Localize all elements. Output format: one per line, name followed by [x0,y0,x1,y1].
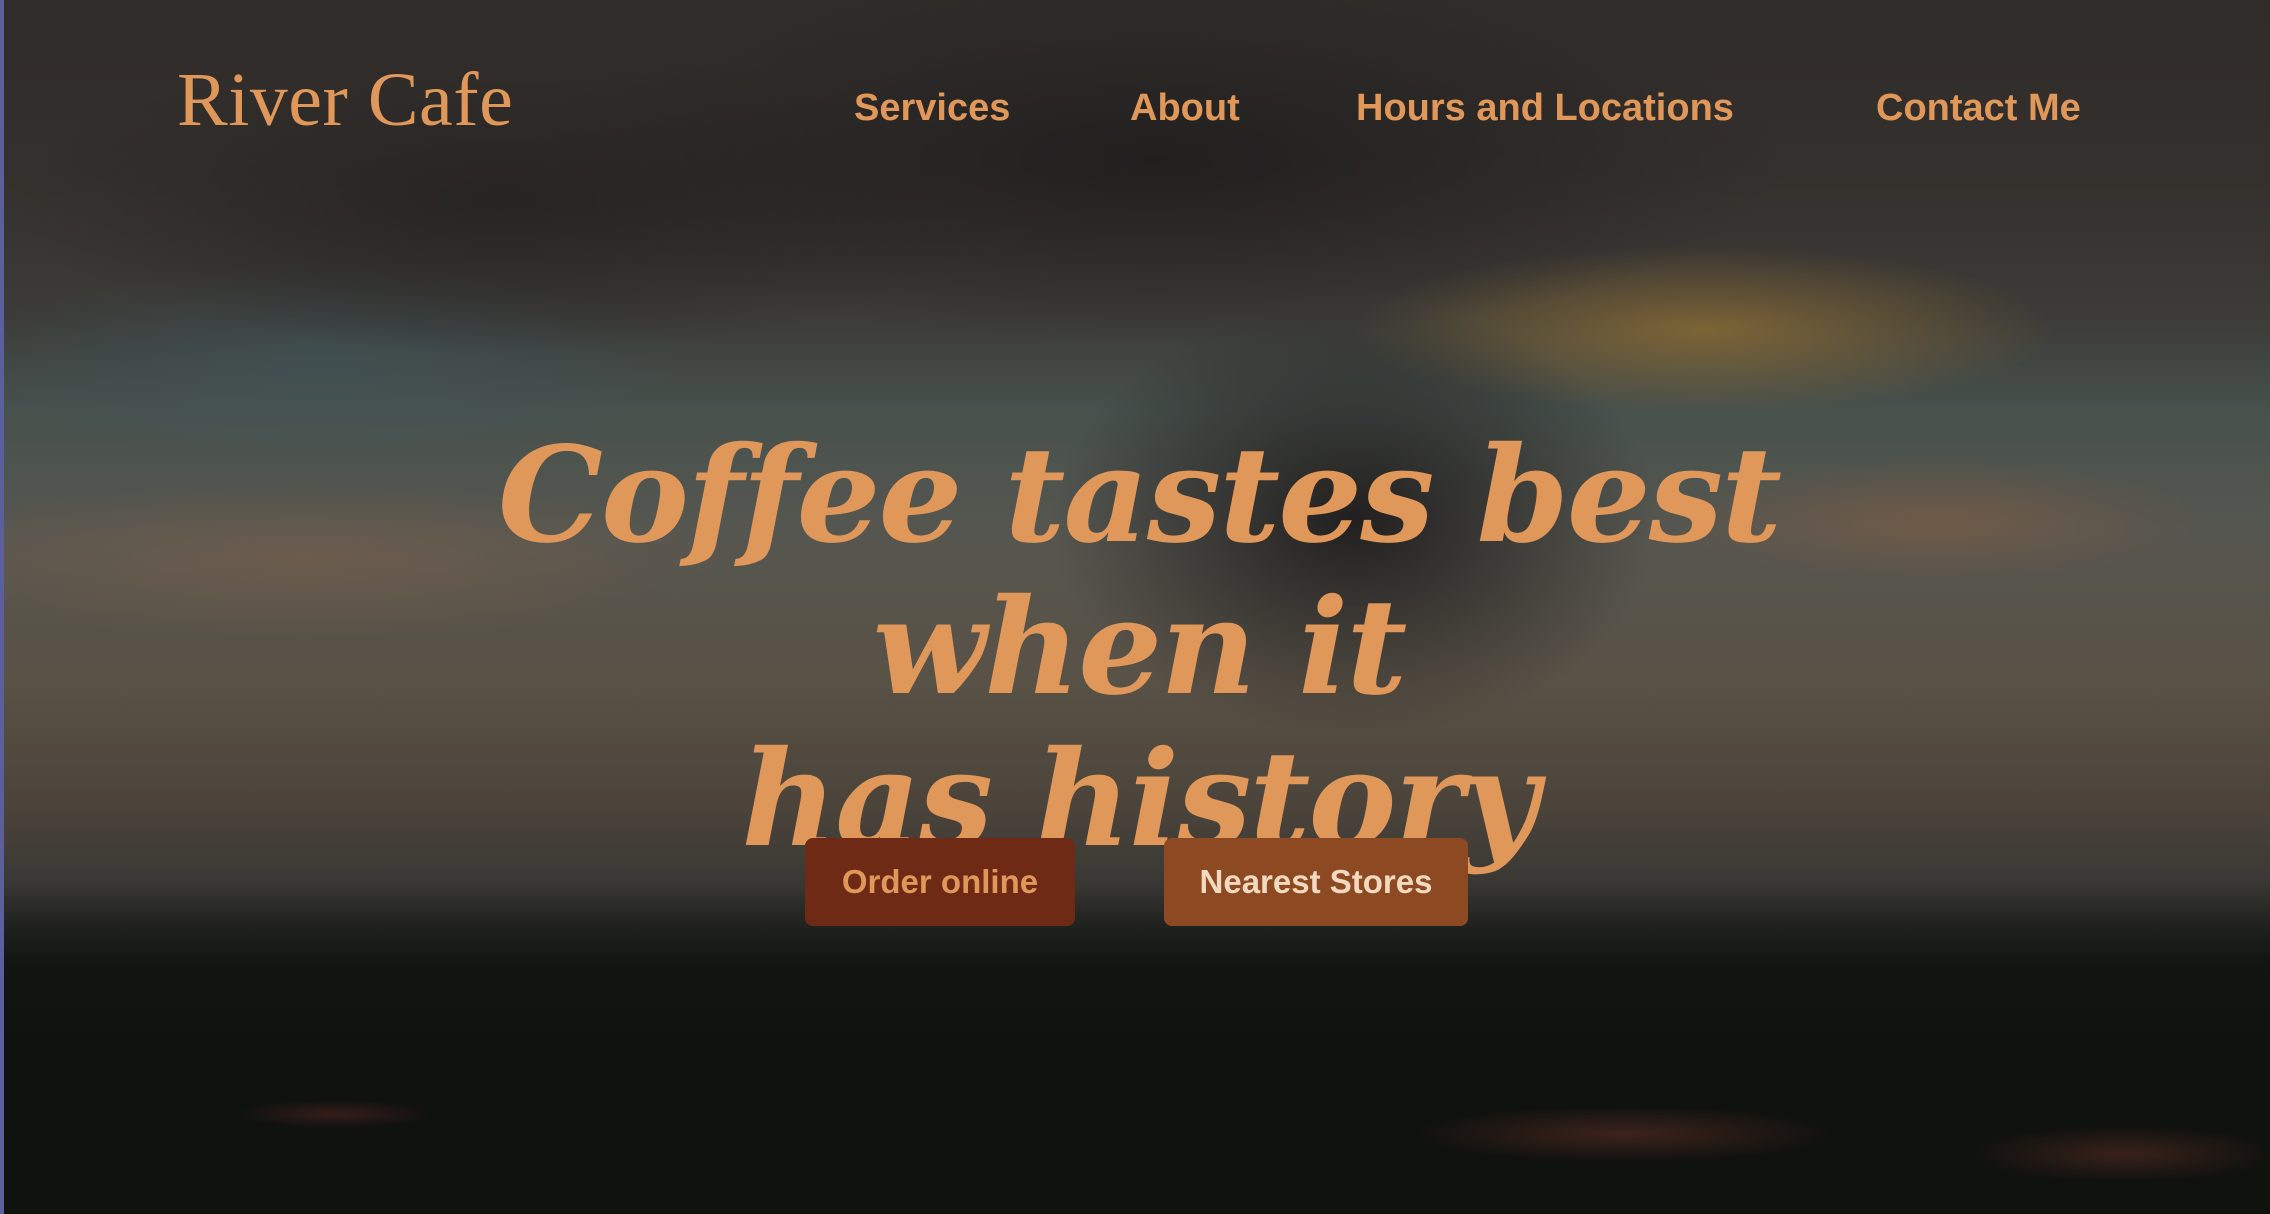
nav-item-hours-and-locations[interactable]: Hours and Locations [1356,84,1734,132]
hero-headline-line-1: Coffee tastes best when it [497,418,1782,725]
nav-item-services[interactable]: Services [854,84,1010,132]
site-logo[interactable]: River Cafe [177,62,513,138]
nav-item-about[interactable]: About [1130,84,1240,132]
hero-headline: Coffee tastes best when it has history [424,420,1854,876]
order-online-button[interactable]: Order online [805,838,1075,926]
nearest-stores-button[interactable]: Nearest Stores [1164,838,1468,926]
nav-item-contact-me[interactable]: Contact Me [1876,84,2081,132]
hero-section: River Cafe Services About Hours and Loca… [4,0,2270,1214]
